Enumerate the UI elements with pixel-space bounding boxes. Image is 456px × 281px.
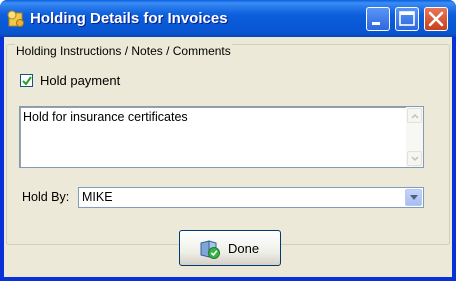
chevron-down-icon: [411, 156, 419, 162]
notes-scrollbar[interactable]: [406, 107, 423, 167]
hold-by-dropdown-button[interactable]: [405, 189, 422, 206]
window-title: Holding Details for Invoices: [30, 10, 228, 27]
hold-by-value: MIKE: [82, 190, 113, 204]
chevron-up-icon: [411, 113, 419, 119]
dialog-window: Holding Details for Invoices Holding Ins…: [0, 0, 456, 281]
notes-textarea[interactable]: Hold for insurance certificates: [19, 106, 424, 168]
done-button-label: Done: [228, 241, 260, 256]
close-icon: [428, 11, 444, 27]
hold-by-select[interactable]: MIKE: [78, 187, 424, 208]
group-legend: Holding Instructions / Notes / Comments: [15, 44, 232, 58]
notes-text: Hold for insurance certificates: [23, 110, 188, 124]
checkmark-icon: [22, 76, 32, 86]
chevron-down-icon: [410, 195, 418, 200]
done-button[interactable]: Done: [179, 230, 281, 266]
hold-payment-checkbox[interactable]: [20, 74, 33, 87]
done-icon: [200, 240, 220, 259]
minimize-icon: [372, 22, 380, 25]
maximize-icon: [399, 11, 415, 26]
scroll-up-button[interactable]: [407, 108, 422, 123]
hold-payment-label[interactable]: Hold payment: [40, 73, 120, 88]
app-icon: [7, 10, 24, 27]
maximize-button[interactable]: [395, 7, 419, 31]
hold-by-label: Hold By:: [22, 190, 70, 204]
scroll-down-button[interactable]: [407, 151, 422, 166]
minimize-button[interactable]: [366, 7, 390, 31]
dialog-client-area: Holding Instructions / Notes / Comments …: [4, 37, 452, 277]
close-button[interactable]: [424, 7, 448, 31]
title-bar[interactable]: Holding Details for Invoices: [0, 0, 456, 37]
holding-instructions-group: Holding Instructions / Notes / Comments …: [6, 44, 450, 245]
